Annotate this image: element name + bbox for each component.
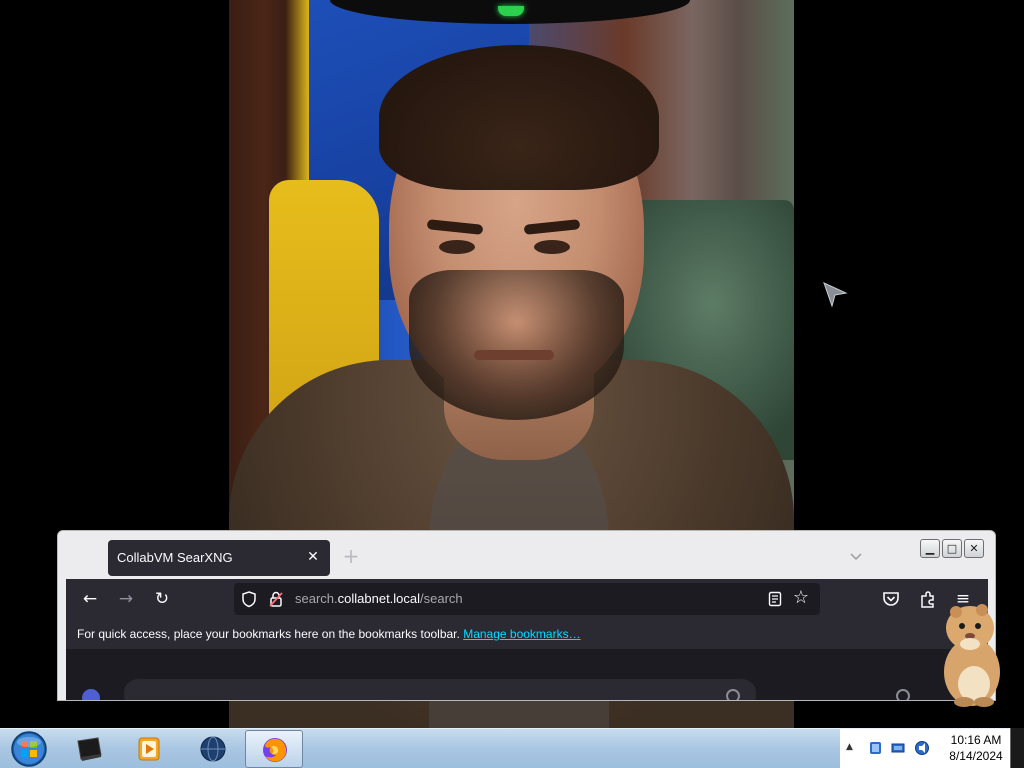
tracking-protection-shield-icon[interactable] <box>240 590 258 608</box>
hair <box>379 45 659 190</box>
desktop: CollabVM SearXNG ✕ + ▁ □ ✕ ← → ↻ search.… <box>0 0 1024 768</box>
preferences-icon[interactable] <box>896 689 910 700</box>
show-hidden-icons-icon[interactable]: ▲ <box>846 742 853 752</box>
close-window-button[interactable]: ✕ <box>964 539 984 558</box>
taskbar-media-center[interactable] <box>60 730 118 768</box>
tab-strip: CollabVM SearXNG ✕ + ▁ □ ✕ <box>58 531 995 579</box>
media-player-icon <box>138 737 160 761</box>
start-orb-icon[interactable] <box>4 730 54 768</box>
status-led-icon <box>498 6 524 16</box>
show-desktop-button[interactable] <box>1010 728 1024 768</box>
bookmarks-hint-text: For quick access, place your bookmarks h… <box>77 627 460 641</box>
right-eye <box>534 240 570 254</box>
network-icon[interactable] <box>890 740 906 756</box>
pocket-icon[interactable] <box>881 589 901 609</box>
search-icon[interactable] <box>726 689 740 700</box>
taskbar-media-player[interactable] <box>120 730 178 768</box>
reader-view-icon[interactable] <box>766 590 784 608</box>
navigation-toolbar: ← → ↻ search.collabnet.local/search ☆ ≡ <box>66 579 988 619</box>
firefox-icon <box>263 738 287 762</box>
taskbar-globe-app[interactable] <box>184 730 242 768</box>
left-eye <box>439 240 475 254</box>
extensions-puzzle-icon[interactable] <box>918 589 938 609</box>
clock-time: 10:16 AM <box>950 733 1002 747</box>
taskbar-firefox[interactable] <box>245 730 303 768</box>
forward-arrow-icon[interactable]: → <box>116 589 136 609</box>
hamster-mascot-icon <box>944 604 1000 707</box>
globe-icon <box>200 736 226 762</box>
maximize-button[interactable]: □ <box>942 539 962 558</box>
bookmark-star-icon[interactable]: ☆ <box>791 588 811 608</box>
minimize-button[interactable]: ▁ <box>920 539 940 558</box>
bookmarks-toolbar: For quick access, place your bookmarks h… <box>66 619 988 649</box>
media-center-icon <box>77 737 102 761</box>
back-arrow-icon[interactable]: ← <box>80 589 100 609</box>
mouse-pointer-icon <box>823 282 848 307</box>
search-input[interactable] <box>124 679 756 700</box>
tab-collabvm-searxng[interactable]: CollabVM SearXNG ✕ <box>108 540 330 576</box>
new-tab-icon[interactable]: + <box>342 546 360 566</box>
mouth <box>474 350 554 360</box>
tab-title: CollabVM SearXNG <box>117 550 233 565</box>
beard <box>409 270 624 420</box>
taskbar: ▲ <box>0 728 1024 768</box>
tab-close-icon[interactable]: ✕ <box>304 548 322 566</box>
page-content <box>66 649 988 700</box>
url-host: collabnet.local <box>337 591 421 606</box>
reload-icon[interactable]: ↻ <box>152 589 172 609</box>
list-all-tabs-icon[interactable] <box>848 548 864 564</box>
volume-icon[interactable] <box>914 740 930 756</box>
url-text[interactable]: search.collabnet.local/search <box>295 591 463 606</box>
searxng-logo-icon <box>82 689 100 700</box>
url-prefix: search. <box>295 591 338 606</box>
action-center-flag-icon[interactable] <box>868 740 884 756</box>
firefox-window: CollabVM SearXNG ✕ + ▁ □ ✕ ← → ↻ search.… <box>57 530 996 701</box>
taskbar-clock[interactable]: 10:16 AM 8/14/2024 <box>948 732 1004 764</box>
address-bar[interactable]: search.collabnet.local/search ☆ <box>234 583 820 615</box>
bookmarks-hint: For quick access, place your bookmarks h… <box>77 627 581 641</box>
manage-bookmarks-link[interactable]: Manage bookmarks… <box>463 627 580 641</box>
insecure-lock-icon[interactable] <box>267 590 285 608</box>
clock-date: 8/14/2024 <box>949 749 1003 763</box>
url-path: /search <box>420 591 463 606</box>
